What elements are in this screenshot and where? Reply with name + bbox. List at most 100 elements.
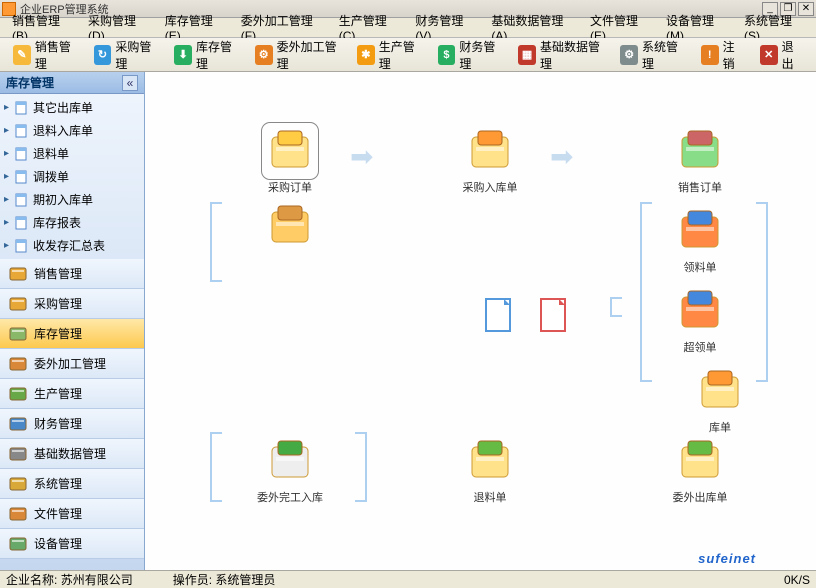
doc-icon [13,101,29,115]
nav-label: 财务管理 [34,415,82,432]
tree-label: 库存报表 [33,214,81,231]
nav-icon [8,294,28,314]
toolbar-基础数据管理[interactable]: ▦基础数据管理 [511,34,611,76]
nav-label: 基础数据管理 [34,445,106,462]
toolbar-销售管理[interactable]: ✎销售管理 [6,34,85,76]
toolbar-退出[interactable]: ✕退出 [753,34,810,76]
tree-label: 其它出库单 [33,99,93,116]
toolbar-icon: ✕ [760,45,778,65]
tree-item-5[interactable]: ▸库存报表 [0,211,144,234]
flow-node-label: 采购入库单 [450,179,530,195]
toolbar-采购管理[interactable]: ↻采购管理 [87,34,166,76]
expand-icon: ▸ [4,102,9,113]
toolbar-生产管理[interactable]: ✱生产管理 [350,34,429,76]
flow-node-icon [696,367,744,415]
flow-node-icon [676,127,724,175]
toolbar-icon: ✱ [357,45,375,65]
toolbar-icon: ⚙ [255,45,273,65]
toolbar-label: 基础数据管理 [540,38,604,72]
toolbar-icon: ▦ [518,45,536,65]
flow-node-label: 委外出库单 [660,489,740,505]
tree-label: 期初入库单 [33,191,93,208]
sidebar-header-label: 库存管理 [6,74,122,91]
nav-item-采购管理[interactable]: 采购管理 [0,289,144,319]
nav-label: 设备管理 [34,535,82,552]
flow-node-p2[interactable] [250,202,330,254]
sidebar-collapse-button[interactable]: « [122,75,138,91]
flow-node-ml[interactable]: 领料单 [660,207,740,275]
tree-item-6[interactable]: ▸收发存汇总表 [0,234,144,257]
tree-label: 调拨单 [33,168,69,185]
nav-item-生产管理[interactable]: 生产管理 [0,379,144,409]
toolbar-委外加工管理[interactable]: ⚙委外加工管理 [248,34,348,76]
expand-icon: ▸ [4,125,9,136]
nav-icon [8,354,28,374]
flow-node-wo[interactable]: 委外出库单 [660,437,740,505]
flow-node-icon [466,127,514,175]
flow-node-label: 退料单 [450,489,530,505]
nav-icon [8,504,28,524]
flow-node-icon [266,202,314,250]
flow-node-rk[interactable]: 库单 [680,367,760,435]
toolbar-注销[interactable]: !注销 [694,34,751,76]
toolbar-label: 系统管理 [642,38,685,72]
flow-bracket [355,432,367,502]
nav-item-库存管理[interactable]: 库存管理 [0,319,144,349]
toolbar-label: 财务管理 [459,38,502,72]
nav-item-财务管理[interactable]: 财务管理 [0,409,144,439]
tree-item-0[interactable]: ▸ 其它出库单 [0,96,144,119]
toolbar-库存管理[interactable]: ⬇库存管理 [167,34,246,76]
nav-item-委外加工管理[interactable]: 委外加工管理 [0,349,144,379]
expand-icon: ▸ [4,194,9,205]
status-net: 0K/S [784,573,810,587]
flow-bracket [210,202,222,282]
toolbar-系统管理[interactable]: ⚙系统管理 [613,34,692,76]
flow-node-icon [484,297,516,337]
flow-node-so[interactable]: 销售订单 [660,127,740,195]
flow-node-wi[interactable]: 委外完工入库 [250,437,330,505]
toolbar-icon: ↻ [94,45,112,65]
statusbar: 企业名称: 苏州有限公司 操作员: 系统管理员 0K/S [0,570,816,588]
flow-node-rt[interactable]: 退料单 [450,437,530,505]
status-right: 0K/S [784,573,810,587]
tree-item-3[interactable]: ▸ 调拨单 [0,165,144,188]
nav-item-销售管理[interactable]: 销售管理 [0,259,144,289]
tree-label: 退料入库单 [33,122,93,139]
arrow-icon: ➡ [550,140,573,173]
toolbar-icon: ✎ [13,45,31,65]
flow-bracket [640,202,652,382]
tree-item-1[interactable]: ▸ 退料入库单 [0,119,144,142]
toolbar-label: 库存管理 [196,38,239,72]
doc-icon [13,170,29,184]
sidebar-nav: 销售管理采购管理库存管理委外加工管理生产管理财务管理基础数据管理系统管理文件管理… [0,259,144,570]
doc-icon [13,216,29,230]
nav-item-设备管理[interactable]: 设备管理 [0,529,144,559]
toolbar-label: 退出 [782,38,803,72]
nav-label: 采购管理 [34,295,82,312]
doc-icon [13,239,29,253]
nav-icon [8,474,28,494]
toolbar-label: 生产管理 [379,38,422,72]
expand-icon: ▸ [4,171,9,182]
nav-icon [8,264,28,284]
tree-item-4[interactable]: ▸ 期初入库单 [0,188,144,211]
tree-item-2[interactable]: ▸退料单 [0,142,144,165]
flow-node-icon [266,127,314,175]
flow-bracket [756,202,768,382]
toolbar-icon: ⬇ [174,45,192,65]
flow-node-d2[interactable] [515,297,595,341]
expand-icon: ▸ [4,240,9,251]
nav-label: 系统管理 [34,475,82,492]
flow-node-pi[interactable]: 采购入库单 [450,127,530,195]
nav-label: 文件管理 [34,505,82,522]
nav-item-文件管理[interactable]: 文件管理 [0,499,144,529]
doc-icon [13,147,29,161]
nav-item-基础数据管理[interactable]: 基础数据管理 [0,439,144,469]
flow-bracket [210,432,222,502]
flow-node-label: 采购订单 [250,179,330,195]
toolbar-财务管理[interactable]: $财务管理 [431,34,510,76]
flow-node-ex[interactable]: 超领单 [660,287,740,355]
flow-node-po[interactable]: 采购订单 [250,127,330,195]
nav-item-系统管理[interactable]: 系统管理 [0,469,144,499]
workflow-canvas: sufeinet ➡➡采购订单采购入库单销售订单领料单超领单库单委外完工入库退料… [145,72,816,570]
